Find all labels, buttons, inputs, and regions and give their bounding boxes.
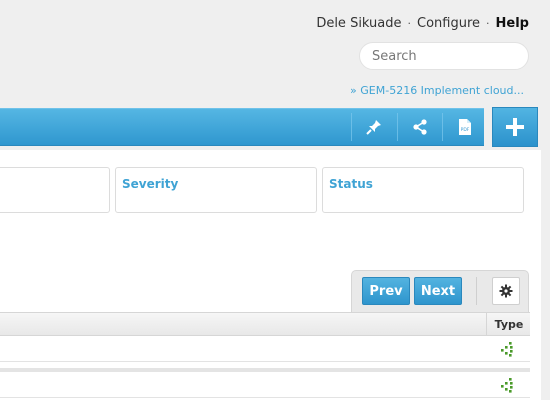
nav-separator: · xyxy=(486,17,490,30)
field-card xyxy=(0,167,110,213)
help-link[interactable]: Help xyxy=(496,16,529,31)
pin-icon xyxy=(366,120,381,135)
table-row[interactable] xyxy=(0,336,530,362)
pdf-button[interactable]: PDF xyxy=(443,109,487,145)
item-toolbar: PDF xyxy=(0,108,484,146)
breadcrumb[interactable]: » GEM-5216 Implement cloud... xyxy=(350,84,524,97)
search-input[interactable] xyxy=(359,42,529,70)
share-icon xyxy=(413,119,427,135)
pdf-icon-label: PDF xyxy=(461,127,470,133)
user-nav: Dele Sikuade · Configure · Help xyxy=(316,16,529,31)
page-gutter xyxy=(541,150,550,400)
table-header: Type xyxy=(0,312,530,336)
item-type-icon xyxy=(501,378,513,393)
add-button[interactable] xyxy=(492,107,538,147)
status-field[interactable]: Status xyxy=(322,167,524,213)
prev-button[interactable]: Prev xyxy=(362,277,410,305)
pdf-icon: PDF xyxy=(459,119,471,135)
gear-icon xyxy=(499,284,513,298)
status-label: Status xyxy=(329,177,373,191)
column-header-type[interactable]: Type xyxy=(486,313,531,335)
share-button[interactable] xyxy=(398,109,442,145)
pin-button[interactable] xyxy=(352,109,396,145)
pager: Prev Next xyxy=(351,270,529,312)
pager-divider xyxy=(476,277,477,305)
user-name-link[interactable]: Dele Sikuade xyxy=(316,16,401,31)
configure-link[interactable]: Configure xyxy=(417,16,480,31)
next-button[interactable]: Next xyxy=(414,277,462,305)
table-row[interactable] xyxy=(0,372,530,398)
item-type-icon xyxy=(501,342,513,357)
severity-field[interactable]: Severity xyxy=(115,167,317,213)
nav-separator: · xyxy=(407,17,412,30)
plus-icon xyxy=(506,118,524,136)
settings-button[interactable] xyxy=(492,277,520,305)
severity-label: Severity xyxy=(122,177,179,191)
